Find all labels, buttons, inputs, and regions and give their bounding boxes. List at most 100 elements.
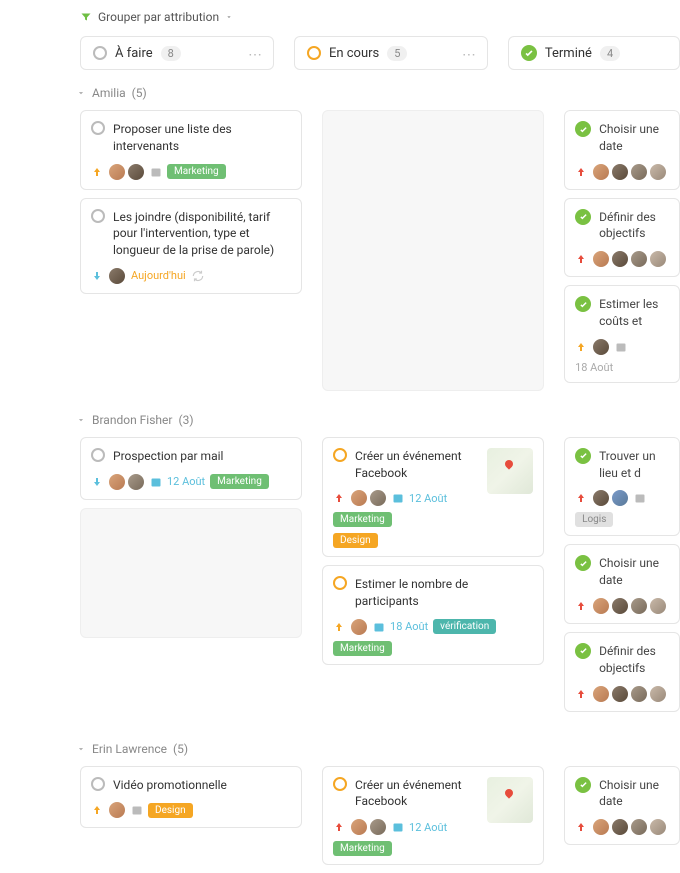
column-header-todo[interactable]: À faire 8 ⋯ xyxy=(80,36,274,70)
task-title: Choisir une date xyxy=(599,777,669,811)
task-done-icon[interactable] xyxy=(575,777,591,793)
task-card[interactable]: Trouver un lieu et d Logis xyxy=(564,437,680,537)
avatar xyxy=(611,250,629,268)
group-by-dropdown[interactable]: Grouper par attribution xyxy=(80,10,680,24)
task-date: 18 Août xyxy=(390,620,428,633)
avatar xyxy=(592,489,610,507)
avatar xyxy=(649,685,667,703)
avatar xyxy=(649,818,667,836)
task-card[interactable]: Choisir une date xyxy=(564,766,680,846)
task-card[interactable]: Estimer les coûts et 18 Août xyxy=(564,285,680,383)
priority-down-icon xyxy=(91,270,103,282)
task-done-icon[interactable] xyxy=(575,643,591,659)
column-menu-button[interactable]: ⋯ xyxy=(462,47,477,63)
task-card[interactable]: Définir des objectifs xyxy=(564,632,680,712)
priority-up-icon xyxy=(575,253,587,265)
tag-marketing: Marketing xyxy=(333,841,392,856)
task-card[interactable]: Proposer une liste des intervenants Mark… xyxy=(80,110,302,190)
priority-up-icon xyxy=(575,688,587,700)
task-status-icon[interactable] xyxy=(333,448,347,462)
task-card[interactable]: Choisir une date xyxy=(564,110,680,190)
task-status-icon[interactable] xyxy=(333,777,347,791)
calendar-icon xyxy=(373,621,385,633)
swimlane-count: (5) xyxy=(132,86,147,100)
task-card[interactable]: Prospection par mail 12 Août Marketing xyxy=(80,437,302,500)
task-status-icon[interactable] xyxy=(333,576,347,590)
tag-verification: vérification xyxy=(433,619,496,634)
avatar xyxy=(592,163,610,181)
task-status-icon[interactable] xyxy=(91,448,105,462)
avatar xyxy=(350,489,368,507)
task-card[interactable]: Vidéo promotionnelle Design xyxy=(80,766,302,829)
column-header-inprogress[interactable]: En cours 5 ⋯ xyxy=(294,36,488,70)
filter-icon xyxy=(80,11,92,23)
task-title: Définir des objectifs xyxy=(599,643,669,677)
avatar xyxy=(592,597,610,615)
task-done-icon[interactable] xyxy=(575,209,591,225)
avatar xyxy=(108,163,126,181)
avatar xyxy=(649,163,667,181)
task-status-icon[interactable] xyxy=(91,121,105,135)
avatar xyxy=(369,489,387,507)
avatar xyxy=(592,685,610,703)
priority-up-icon xyxy=(333,492,345,504)
avatar xyxy=(630,163,648,181)
priority-up-icon xyxy=(575,492,587,504)
column-header-done[interactable]: Terminé 4 xyxy=(508,36,680,70)
calendar-icon xyxy=(392,492,404,504)
task-card[interactable]: Définir des objectifs xyxy=(564,198,680,278)
task-done-icon[interactable] xyxy=(575,448,591,464)
task-done-icon[interactable] xyxy=(575,555,591,571)
status-circle-icon xyxy=(307,46,321,60)
avatar xyxy=(630,818,648,836)
task-card[interactable]: Créer un événement Facebook 12 Août Mark… xyxy=(322,437,544,558)
task-card[interactable]: Estimer le nombre de participants 18 Aoû… xyxy=(322,565,544,665)
task-title: Les joindre (disponibilité, tarif pour l… xyxy=(113,209,291,259)
tag-design: Design xyxy=(333,533,378,548)
swimlane-count: (5) xyxy=(173,742,188,756)
avatar xyxy=(611,489,629,507)
task-title: Créer un événement Facebook xyxy=(355,448,479,482)
task-status-icon[interactable] xyxy=(91,209,105,223)
task-card[interactable]: Les joindre (disponibilité, tarif pour l… xyxy=(80,198,302,294)
avatar xyxy=(630,250,648,268)
column-menu-button[interactable]: ⋯ xyxy=(248,47,263,63)
status-check-icon xyxy=(521,45,537,61)
avatar xyxy=(108,267,126,285)
map-thumbnail xyxy=(487,448,533,494)
swimlane-header-brandon[interactable]: Brandon Fisher (3) xyxy=(76,413,680,427)
chevron-down-icon xyxy=(76,415,86,425)
task-title: Choisir une date xyxy=(599,555,669,589)
avatar xyxy=(127,473,145,491)
avatar xyxy=(649,250,667,268)
task-card[interactable]: Créer un événement Facebook 12 Août Mark… xyxy=(322,766,544,866)
column-count: 5 xyxy=(387,46,407,61)
calendar-icon xyxy=(131,804,143,816)
tag-marketing: Marketing xyxy=(333,512,392,527)
calendar-icon xyxy=(615,341,627,353)
priority-up-icon xyxy=(333,821,345,833)
task-title: Créer un événement Facebook xyxy=(355,777,479,811)
column-title: À faire xyxy=(115,46,153,61)
task-title: Trouver un lieu et d xyxy=(599,448,669,482)
empty-lane-cell[interactable] xyxy=(322,110,544,391)
task-date: 12 Août xyxy=(409,821,447,834)
avatar xyxy=(369,818,387,836)
task-status-icon[interactable] xyxy=(91,777,105,791)
avatar xyxy=(127,163,145,181)
swimlane-header-amilia[interactable]: Amilia (5) xyxy=(76,86,680,100)
calendar-icon xyxy=(150,166,162,178)
swimlane-header-erin[interactable]: Erin Lawrence (5) xyxy=(76,742,680,756)
avatar xyxy=(350,818,368,836)
avatar xyxy=(649,597,667,615)
task-title: Proposer une liste des intervenants xyxy=(113,121,291,155)
avatar xyxy=(611,597,629,615)
task-done-icon[interactable] xyxy=(575,121,591,137)
tag-marketing: Marketing xyxy=(210,474,269,489)
task-card[interactable]: Choisir une date xyxy=(564,544,680,624)
avatar xyxy=(630,685,648,703)
swimlane-name: Brandon Fisher xyxy=(92,413,172,427)
avatar xyxy=(592,250,610,268)
empty-lane-cell[interactable] xyxy=(80,508,302,638)
task-done-icon[interactable] xyxy=(575,296,591,312)
